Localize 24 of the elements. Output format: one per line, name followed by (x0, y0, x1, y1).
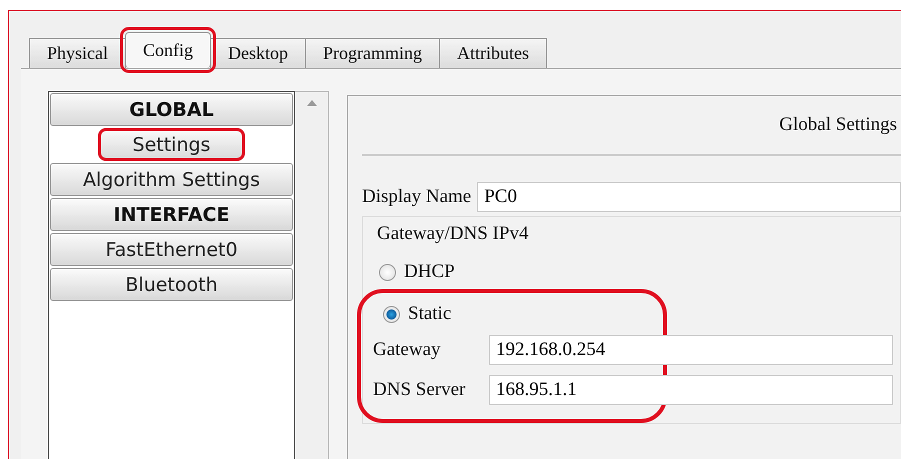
radio-button[interactable] (379, 264, 396, 280)
tab[interactable]: Attributes (439, 38, 548, 68)
tab[interactable]: Programming (305, 38, 440, 68)
panel-title: Global Settings (779, 114, 897, 136)
sidebar-item[interactable]: FastEthernet0 (50, 233, 293, 266)
sidebar-item[interactable]: Bluetooth (50, 268, 293, 301)
scrollbar[interactable] (295, 91, 329, 459)
input-field[interactable]: 192.168.0.254 (489, 335, 893, 365)
tab[interactable]: Desktop (210, 38, 306, 68)
tab[interactable]: Physical (29, 38, 126, 68)
field-label: Display Name (362, 186, 472, 208)
field-label: Gateway (373, 339, 442, 361)
display-name-field[interactable]: PC0 (477, 182, 901, 212)
radio-label: Static (408, 303, 452, 325)
sidebar-item[interactable]: Algorithm Settings (50, 163, 293, 196)
field-label: DNS Server (373, 379, 466, 401)
group-title: Gateway/DNS IPv4 (377, 223, 530, 245)
sidebar-item[interactable]: Settings (98, 128, 245, 161)
input-field[interactable]: 168.95.1.1 (489, 375, 893, 405)
sidebar-item[interactable]: GLOBAL (50, 93, 293, 126)
scroll-up-icon[interactable] (306, 100, 316, 106)
sidebar-item[interactable]: INTERFACE (50, 198, 293, 231)
radio-button[interactable] (383, 306, 400, 322)
radio-label: DHCP (404, 261, 455, 283)
